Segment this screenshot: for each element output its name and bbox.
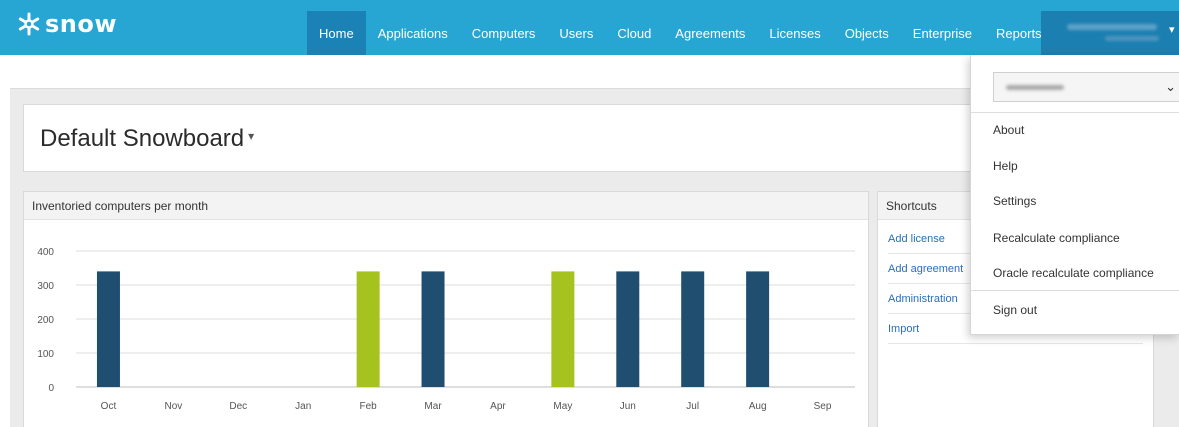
dashboard-title[interactable]: Default Snowboard ▾ [40,125,254,153]
x-tick-label: Nov [164,401,182,412]
nav-applications[interactable]: Applications [366,11,460,55]
dashboard-title-label: Default Snowboard [40,125,245,152]
logo-text: snow [45,10,118,38]
x-tick-label: Jul [686,401,699,412]
computers-per-month-chart: 0 100 200 300 400 Oct Nov Dec Jan Feb Mar Apr May Jun… [37,247,855,412]
nav-cloud[interactable]: Cloud [605,11,663,55]
redacted-customer-name [1006,85,1064,90]
nav-home[interactable]: Home [307,11,366,55]
chevron-down-icon: ⌄ [1165,79,1176,94]
main-nav: Home Applications Computers Users Cloud … [307,11,1054,55]
customer-select[interactable]: ⌄ [993,72,1179,102]
caret-down-icon[interactable]: ▾ [248,129,254,143]
y-tick-label: 200 [37,315,54,326]
redacted-user-subtitle [1105,36,1159,41]
bar [616,271,640,387]
menu-divider [971,290,1179,291]
nav-computers[interactable]: Computers [460,11,548,55]
nav-agreements[interactable]: Agreements [663,11,757,55]
x-tick-label: Oct [101,401,117,412]
user-dropdown-menu: ⌄ About Help Settings Recalculate compli… [970,55,1179,335]
x-tick-label: Jan [295,401,311,412]
y-tick-label: 0 [48,383,54,394]
x-tick-label: Feb [360,401,378,412]
top-navigation-bar: snow Home Applications Computers Users C… [0,0,1179,55]
nav-enterprise[interactable]: Enterprise [901,11,984,55]
x-tick-label: Apr [490,401,506,412]
y-tick-label: 400 [37,247,54,258]
chart-panel: Inventoried computers per month 0 100 200 3… [23,191,869,427]
y-tick-label: 300 [37,281,54,292]
chevron-down-icon: ▾ [1169,24,1175,36]
bar [356,271,380,387]
bar [551,271,575,387]
nav-objects[interactable]: Objects [833,11,901,55]
menu-divider [971,112,1179,113]
x-tick-label: May [553,401,572,412]
x-tick-label: Dec [229,401,247,412]
menu-item-about[interactable]: About [993,123,1024,137]
x-tick-label: Aug [749,401,767,412]
snowflake-logo-icon [17,12,41,36]
nav-users[interactable]: Users [547,11,605,55]
bar [421,271,445,387]
menu-item-sign-out[interactable]: Sign out [993,303,1037,317]
redacted-username [1067,24,1157,30]
menu-item-settings[interactable]: Settings [993,194,1036,208]
menu-item-oracle-recalculate-compliance[interactable]: Oracle recalculate compliance [993,266,1154,280]
user-menu-toggle[interactable]: ▾ [1041,11,1179,55]
snow-logo[interactable]: snow [17,12,117,36]
x-tick-label: Sep [814,401,832,412]
bar [746,271,770,387]
x-tick-label: Jun [620,401,636,412]
bar [681,271,705,387]
menu-item-help[interactable]: Help [993,159,1018,173]
nav-licenses[interactable]: Licenses [757,11,832,55]
chart-panel-title: Inventoried computers per month [24,192,868,220]
x-tick-label: Mar [424,401,442,412]
bar [96,271,120,387]
y-tick-label: 100 [37,349,54,360]
menu-item-recalculate-compliance[interactable]: Recalculate compliance [993,231,1120,245]
